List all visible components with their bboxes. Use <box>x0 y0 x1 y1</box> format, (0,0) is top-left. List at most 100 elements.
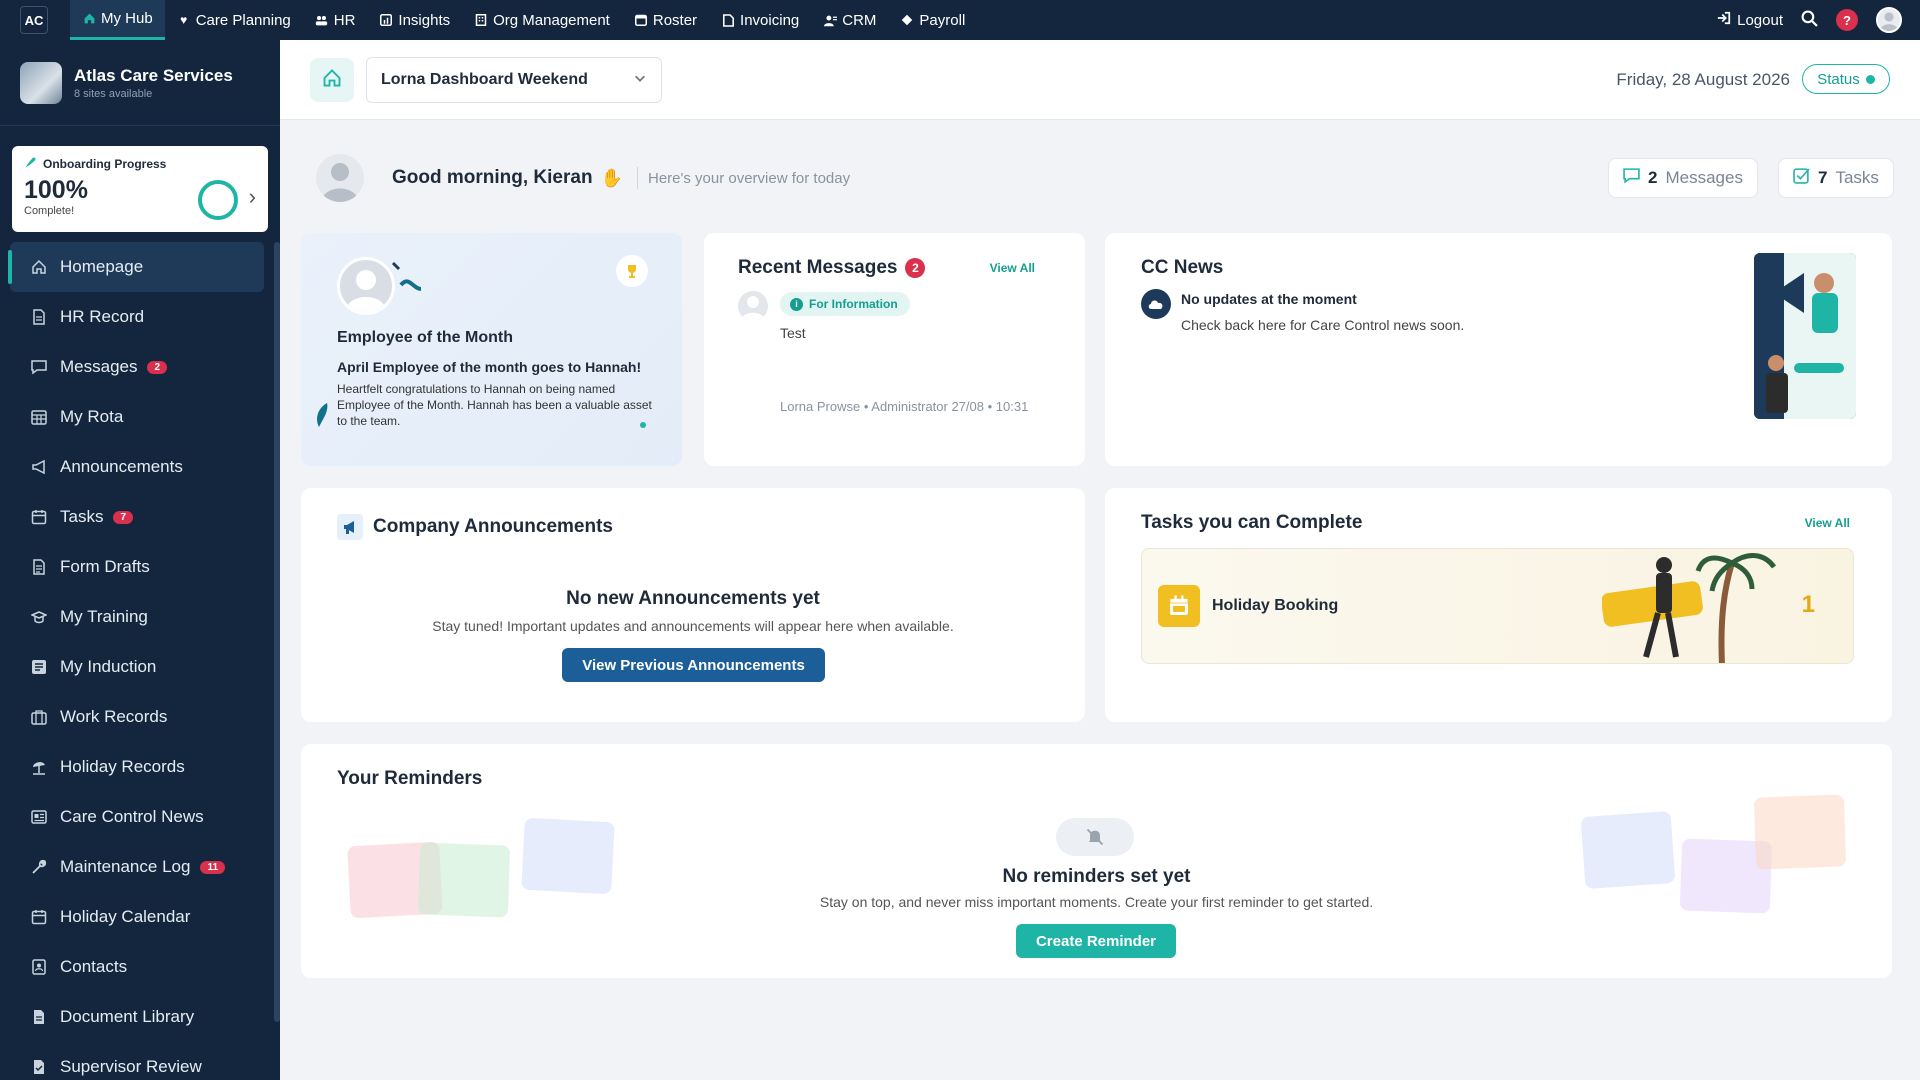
building-icon <box>474 13 488 27</box>
create-reminder-button[interactable]: Create Reminder <box>1016 924 1176 958</box>
recent-messages-card: Recent Messages 2 View All i For Informa… <box>704 233 1085 466</box>
nav-insights[interactable]: Insights <box>367 0 462 40</box>
org-switcher[interactable]: Atlas Care Services 8 sites available <box>0 40 280 126</box>
task-name: Holiday Booking <box>1212 597 1339 614</box>
sidebar-item-my-training[interactable]: My Training <box>10 592 264 642</box>
sidebar-item-document-library[interactable]: Document Library <box>10 992 264 1042</box>
help-button[interactable]: ? <box>1836 9 1858 31</box>
top-nav-right: Logout ? <box>1717 7 1902 33</box>
sidebar-item-supervisor-review[interactable]: Supervisor Review <box>10 1042 264 1080</box>
confetti-decoration <box>391 261 422 291</box>
count-badge: 11 <box>200 860 226 874</box>
cc-news-card: CC News No updates at the moment Check b… <box>1105 233 1892 466</box>
nav-payroll[interactable]: Payroll <box>888 0 977 40</box>
calendar-icon <box>30 508 48 526</box>
chevron-down-icon <box>633 71 647 90</box>
messages-count-button[interactable]: 2 Messages <box>1608 158 1758 198</box>
sidebar-item-care-control-news[interactable]: Care Control News <box>10 792 264 842</box>
sidebar-item-label: Form Drafts <box>60 557 150 576</box>
dashboard-select[interactable]: Lorna Dashboard Weekend <box>366 57 662 103</box>
news-icon <box>30 808 48 826</box>
org-sites: 8 sites available <box>74 87 153 100</box>
sidebar-item-announcements[interactable]: Announcements <box>10 442 264 492</box>
sidebar-item-label: My Training <box>60 607 148 626</box>
eom-title: Employee of the Month <box>337 329 513 346</box>
dot-decoration <box>640 422 646 428</box>
nav-invoicing[interactable]: Invoicing <box>709 0 811 40</box>
divider <box>636 167 638 189</box>
sidebar-item-contacts[interactable]: Contacts <box>10 942 264 992</box>
sidebar-item-holiday-records[interactable]: Holiday Records <box>10 742 264 792</box>
chevron-right-icon[interactable]: › <box>249 184 256 210</box>
reminders-empty-title: No reminders set yet <box>1002 866 1191 887</box>
sidebar-item-label: Document Library <box>60 1007 195 1026</box>
document-icon <box>30 1008 48 1026</box>
org-text: Atlas Care Services 8 sites available <box>74 66 233 100</box>
logout-label: Logout <box>1737 11 1783 29</box>
onboarding-title: Onboarding Progress <box>24 156 256 172</box>
beach-icon <box>30 758 48 776</box>
view-all-messages-link[interactable]: View All <box>990 261 1035 275</box>
nav-label: Invoicing <box>740 11 800 29</box>
recent-messages-title: Recent Messages <box>738 257 898 278</box>
tasks-count-button[interactable]: 7 Tasks <box>1778 158 1894 198</box>
current-date: Friday, 28 August 2026 <box>1616 70 1790 89</box>
greeting-text: Good morning, Kieran <box>392 167 593 188</box>
home-icon <box>82 12 96 26</box>
announcements-header: Company Announcements <box>337 514 613 540</box>
nav-org-management[interactable]: Org Management <box>462 0 622 40</box>
nav-roster[interactable]: Roster <box>622 0 709 40</box>
greeting: Good morning, Kieran ✋ Here's your overv… <box>316 154 850 202</box>
progress-ring <box>198 180 238 220</box>
eom-body: Heartfelt congratulations to Hannah on b… <box>337 382 652 428</box>
sidebar-item-messages[interactable]: Messages 2 <box>10 342 264 392</box>
sidebar-item-label: Work Records <box>60 707 168 726</box>
message-type-tag: i For Information <box>780 292 910 316</box>
home-icon <box>322 68 342 93</box>
nav-my-hub[interactable]: My Hub <box>70 0 165 40</box>
message-icon <box>30 358 48 376</box>
sidebar-item-hr-record[interactable]: HR Record <box>10 292 264 342</box>
status-button[interactable]: Status <box>1802 64 1890 94</box>
sidebar-item-tasks[interactable]: Tasks 7 <box>10 492 264 542</box>
wrench-icon <box>30 858 48 876</box>
nav-hr[interactable]: HR <box>303 0 368 40</box>
app-logo[interactable]: AC <box>20 6 48 34</box>
logout-button[interactable]: Logout <box>1717 11 1783 29</box>
sidebar-item-label: Announcements <box>60 457 183 476</box>
sidebar-item-work-records[interactable]: Work Records <box>10 692 264 742</box>
sidebar-item-label: Messages <box>60 357 138 376</box>
user-avatar[interactable] <box>1876 7 1902 33</box>
calendar-icon <box>1158 585 1200 627</box>
view-all-tasks-link[interactable]: View All <box>1805 516 1850 530</box>
sidebar-item-my-induction[interactable]: My Induction <box>10 642 264 692</box>
sidebar-item-maintenance-log[interactable]: Maintenance Log 11 <box>10 842 264 892</box>
sidebar-scrollbar[interactable] <box>274 242 280 1022</box>
tasks-label: Tasks <box>1835 168 1879 187</box>
cc-news-title: CC News <box>1141 257 1224 278</box>
onboarding-progress-card[interactable]: Onboarding Progress 100% Complete! › <box>12 146 268 232</box>
sidebar-item-form-drafts[interactable]: Form Drafts <box>10 542 264 592</box>
home-button[interactable] <box>310 58 354 102</box>
nav-crm[interactable]: CRM <box>811 0 888 40</box>
message-preview[interactable]: Test <box>780 325 806 341</box>
heart-icon: ♥ <box>180 13 188 27</box>
announcements-empty-subtitle: Stay tuned! Important updates and announ… <box>432 618 954 634</box>
sidebar-item-my-rota[interactable]: My Rota <box>10 392 264 442</box>
sidebar-item-label: HR Record <box>60 307 145 326</box>
file-icon <box>30 308 48 326</box>
view-previous-announcements-button[interactable]: View Previous Announcements <box>562 648 825 682</box>
contacts-icon <box>823 13 837 27</box>
announcements-empty-title: No new Announcements yet <box>566 588 820 609</box>
sidebar-item-homepage[interactable]: Homepage <box>8 242 264 292</box>
search-icon[interactable] <box>1801 10 1818 31</box>
recent-messages-header: Recent Messages 2 <box>738 257 926 279</box>
cc-news-subtitle: Check back here for Care Control news so… <box>1181 317 1465 333</box>
sidebar: Atlas Care Services 8 sites available On… <box>0 40 280 1080</box>
nav-care-planning[interactable]: ♥ Care Planning <box>165 0 303 40</box>
task-item-holiday-booking[interactable]: Holiday Booking 1 <box>1141 548 1854 664</box>
leaf-decoration <box>317 403 328 427</box>
status-dot-icon <box>1865 74 1875 84</box>
cc-news-headline: No updates at the moment <box>1181 291 1357 307</box>
sidebar-item-holiday-calendar[interactable]: Holiday Calendar <box>10 892 264 942</box>
